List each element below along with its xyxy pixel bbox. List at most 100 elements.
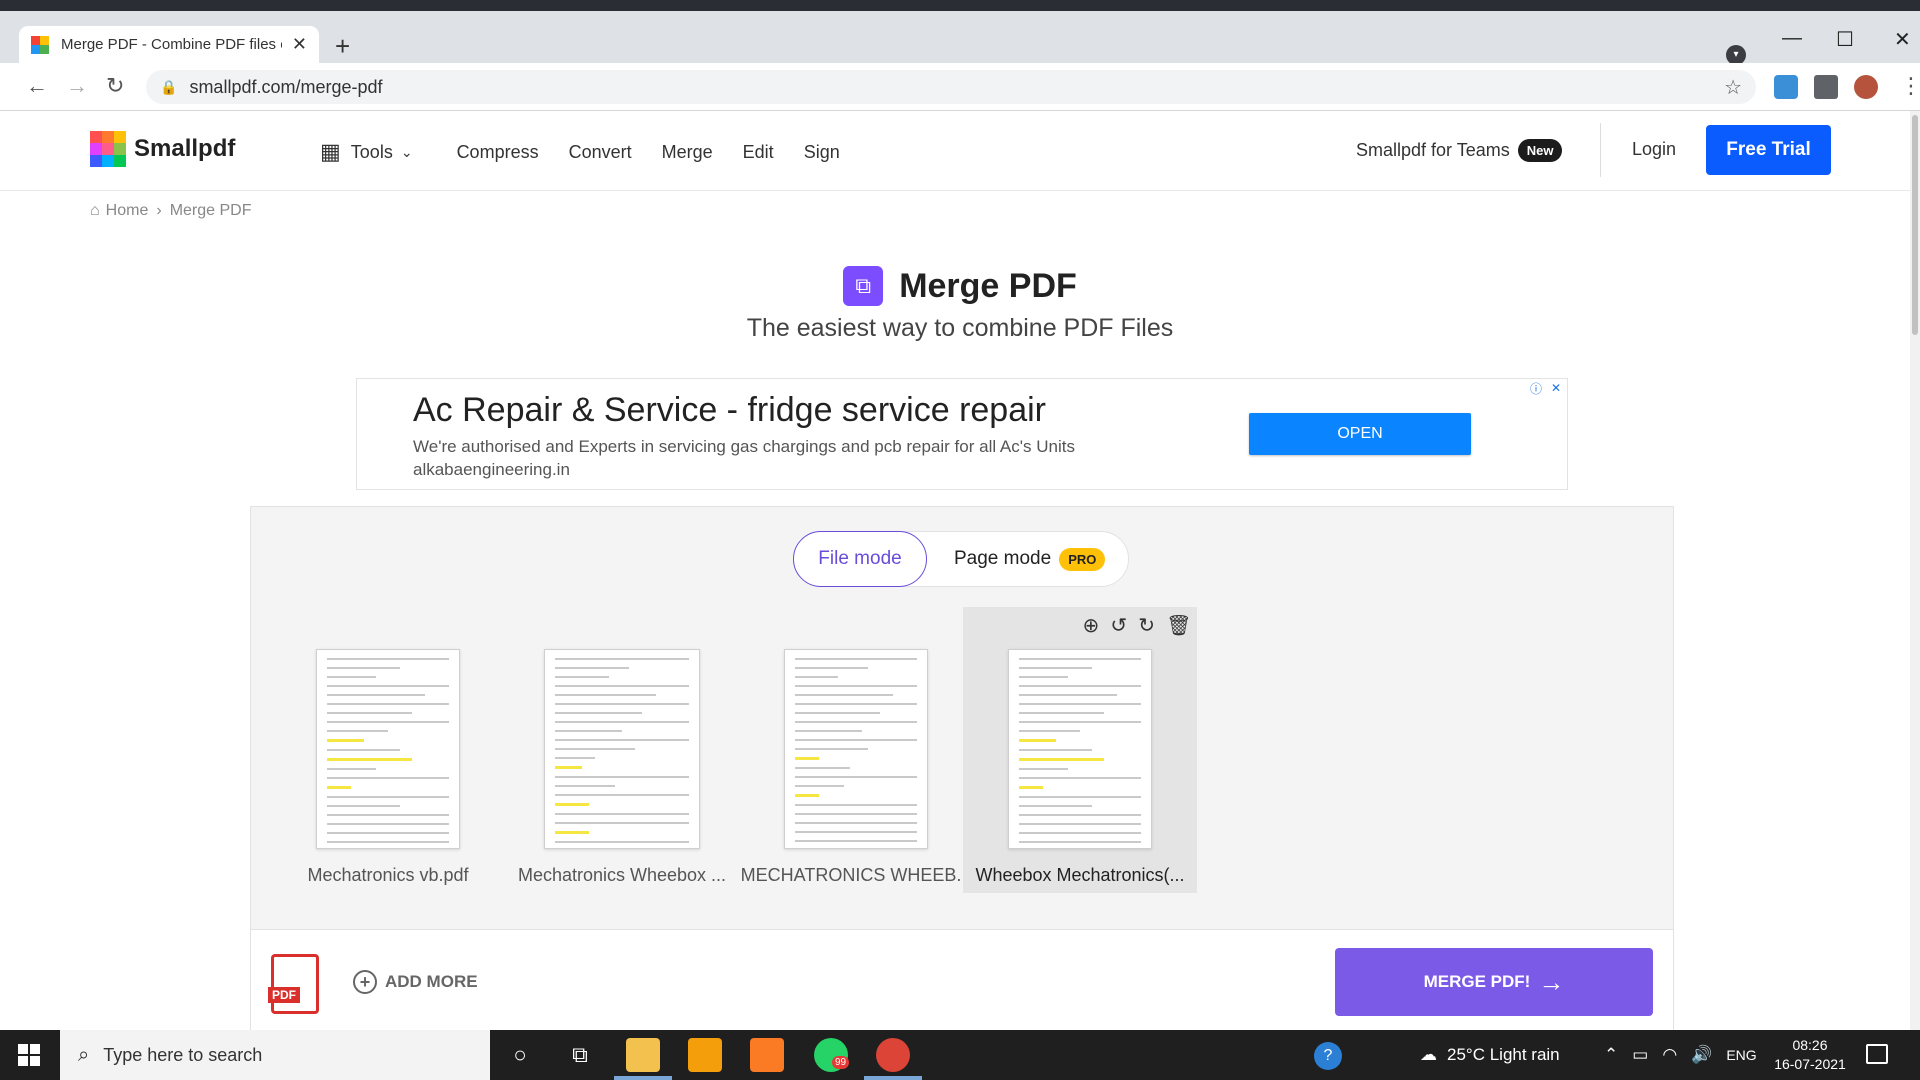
taskbar-search[interactable]: ⌕ Type here to search — [60, 1030, 490, 1080]
language-indicator[interactable]: ENG — [1726, 1047, 1756, 1063]
main-nav: ▦ Tools ⌄ Compress Convert Merge Edit Si… — [320, 139, 870, 165]
page-title: Merge PDF — [899, 266, 1077, 305]
notification-center-icon[interactable] — [1866, 1044, 1888, 1064]
pdf-file-icon: PDF — [268, 954, 319, 1014]
pdf-label: PDF — [268, 987, 300, 1003]
page-mode-tab[interactable]: Page mode PRO — [954, 532, 1106, 586]
file-mode-tab[interactable]: File mode — [793, 531, 927, 587]
smallpdf-logo[interactable]: Smallpdf — [90, 131, 235, 167]
action-bar: PDF + ADD MORE MERGE PDF! → — [251, 929, 1673, 1031]
merge-pdf-icon: ⧉ — [843, 266, 884, 306]
tab-search-icon[interactable]: ▾ — [1726, 45, 1746, 65]
weather-widget[interactable]: ☁ 25°C Light rain — [1420, 1030, 1560, 1080]
cortana-icon[interactable]: ○ — [506, 1042, 534, 1070]
volume-icon[interactable]: 🔊 — [1691, 1045, 1712, 1065]
file-card-selected[interactable]: ⊕ ↺ ↻ 🗑 Wheebox Mechatronics(... — [963, 607, 1197, 893]
help-icon[interactable]: ? — [1314, 1042, 1342, 1070]
rotate-right-icon[interactable]: ↻ — [1138, 613, 1155, 638]
tab-close-icon[interactable]: ✕ — [292, 34, 307, 55]
clock[interactable]: 08:26 16-07-2021 — [1770, 1036, 1850, 1074]
nav-merge[interactable]: Merge — [662, 142, 713, 163]
free-trial-button[interactable]: Free Trial — [1706, 125, 1831, 175]
header-divider — [1600, 123, 1601, 177]
windows-taskbar: ⌕ Type here to search ○ ⧉ 99 ? ☁ 25°C Li… — [0, 1030, 1920, 1080]
file-card[interactable]: Mechatronics Wheebox ... — [505, 607, 739, 893]
tray-expand-icon[interactable]: ⌃ — [1604, 1045, 1618, 1065]
merge-pdf-button[interactable]: MERGE PDF! → — [1335, 948, 1653, 1016]
delete-icon[interactable]: 🗑 — [1166, 613, 1191, 638]
ad-open-button[interactable]: OPEN — [1249, 413, 1471, 455]
bookmark-star-icon[interactable]: ☆ — [1724, 75, 1742, 100]
task-view-icon[interactable]: ⧉ — [566, 1042, 594, 1070]
wifi-icon[interactable]: ◠ — [1662, 1045, 1677, 1065]
grid-icon: ▦ — [320, 139, 341, 164]
tools-label: Tools — [350, 141, 393, 162]
browser-toolbar: ← → ↻ 🔒 smallpdf.com/merge-pdf ☆ ⋮ — [0, 63, 1920, 111]
scrollbar-thumb[interactable] — [1912, 115, 1918, 335]
page-scrollbar[interactable] — [1910, 111, 1920, 1030]
page-subtitle: The easiest way to combine PDF Files — [746, 314, 1174, 342]
nav-edit[interactable]: Edit — [743, 142, 774, 163]
file-name: Mechatronics vb.pdf — [307, 865, 469, 885]
nav-compress[interactable]: Compress — [457, 142, 539, 163]
tools-menu[interactable]: ▦ Tools ⌄ — [320, 139, 413, 165]
file-name: MECHATRONICS WHEEB... — [740, 865, 972, 885]
page-mode-label: Page mode — [954, 548, 1052, 569]
mode-toggle: File mode Page mode PRO — [793, 531, 1129, 587]
breadcrumb: ⌂ Home › Merge PDF — [90, 202, 251, 220]
plus-circle-icon: + — [353, 970, 377, 994]
home-icon[interactable]: ⌂ — [90, 202, 100, 220]
merge-button-label: MERGE PDF! — [1423, 972, 1531, 991]
close-window-icon[interactable]: ✕ — [1894, 27, 1911, 52]
xampp-icon[interactable] — [750, 1038, 784, 1072]
advertisement[interactable]: Ac Repair & Service - fridge service rep… — [356, 378, 1568, 490]
profile-avatar[interactable] — [1854, 75, 1878, 99]
file-card[interactable]: MECHATRONICS WHEEB... — [739, 607, 973, 893]
login-link[interactable]: Login — [1632, 139, 1676, 160]
address-bar[interactable]: 🔒 smallpdf.com/merge-pdf ☆ — [146, 70, 1756, 104]
forward-icon[interactable]: → — [66, 73, 88, 99]
file-thumbnail — [316, 649, 460, 849]
merge-workspace: File mode Page mode PRO Mechatronics vb.… — [250, 506, 1674, 1031]
browser-tab-merge-pdf[interactable]: Merge PDF - Combine PDF files o ✕ — [19, 26, 319, 63]
breadcrumb-home[interactable]: Home — [106, 202, 149, 220]
chrome-menu-icon[interactable]: ⋮ — [1900, 73, 1920, 99]
sublime-text-icon[interactable] — [688, 1038, 722, 1072]
chrome-icon[interactable] — [876, 1038, 910, 1072]
extension-icon[interactable] — [1774, 75, 1798, 99]
ad-info-icon[interactable]: ⓘ — [1527, 379, 1545, 397]
windows-start-icon[interactable] — [18, 1044, 40, 1066]
lock-icon: 🔒 — [160, 78, 178, 95]
zoom-in-icon[interactable]: ⊕ — [1083, 613, 1100, 638]
battery-icon[interactable]: ▭ — [1632, 1045, 1648, 1065]
ad-url[interactable]: alkabaengineering.in — [413, 460, 570, 480]
hero-title-row: ⧉ Merge PDF — [0, 266, 1920, 306]
arrow-right-icon: → — [1538, 966, 1565, 997]
nav-convert[interactable]: Convert — [569, 142, 632, 163]
breadcrumb-separator: › — [156, 202, 162, 219]
file-name: Mechatronics Wheebox ... — [517, 865, 727, 885]
add-more-button[interactable]: + ADD MORE — [353, 970, 478, 994]
ad-close-icon[interactable]: ✕ — [1547, 379, 1565, 397]
minimize-icon[interactable]: — — [1782, 27, 1802, 50]
smallpdf-favicon-icon — [31, 35, 49, 54]
hero: ⧉ Merge PDF The easiest way to combine P… — [0, 266, 1920, 343]
teams-link[interactable]: Smallpdf for Teams New — [1356, 139, 1563, 162]
ad-title[interactable]: Ac Repair & Service - fridge service rep… — [413, 391, 1046, 430]
nav-sign[interactable]: Sign — [804, 142, 840, 163]
file-card[interactable]: Mechatronics vb.pdf — [271, 607, 505, 893]
brand-name: Smallpdf — [134, 135, 236, 162]
ad-controls: ⓘ ✕ — [1527, 379, 1565, 397]
new-tab-button[interactable]: + — [335, 33, 350, 59]
rotate-left-icon[interactable]: ↺ — [1110, 613, 1127, 638]
file-explorer-icon[interactable] — [626, 1038, 660, 1072]
whatsapp-icon[interactable]: 99 — [814, 1038, 850, 1072]
chrome-active-indicator — [864, 1076, 922, 1080]
puzzle-extensions-icon[interactable] — [1814, 75, 1838, 99]
add-more-label: ADD MORE — [385, 972, 478, 991]
clock-time: 08:26 — [1792, 1037, 1828, 1053]
back-icon[interactable]: ← — [26, 73, 48, 99]
file-explorer-active-indicator — [614, 1076, 672, 1080]
maximize-icon[interactable]: ☐ — [1836, 27, 1854, 52]
reload-icon[interactable]: ↻ — [106, 73, 124, 99]
